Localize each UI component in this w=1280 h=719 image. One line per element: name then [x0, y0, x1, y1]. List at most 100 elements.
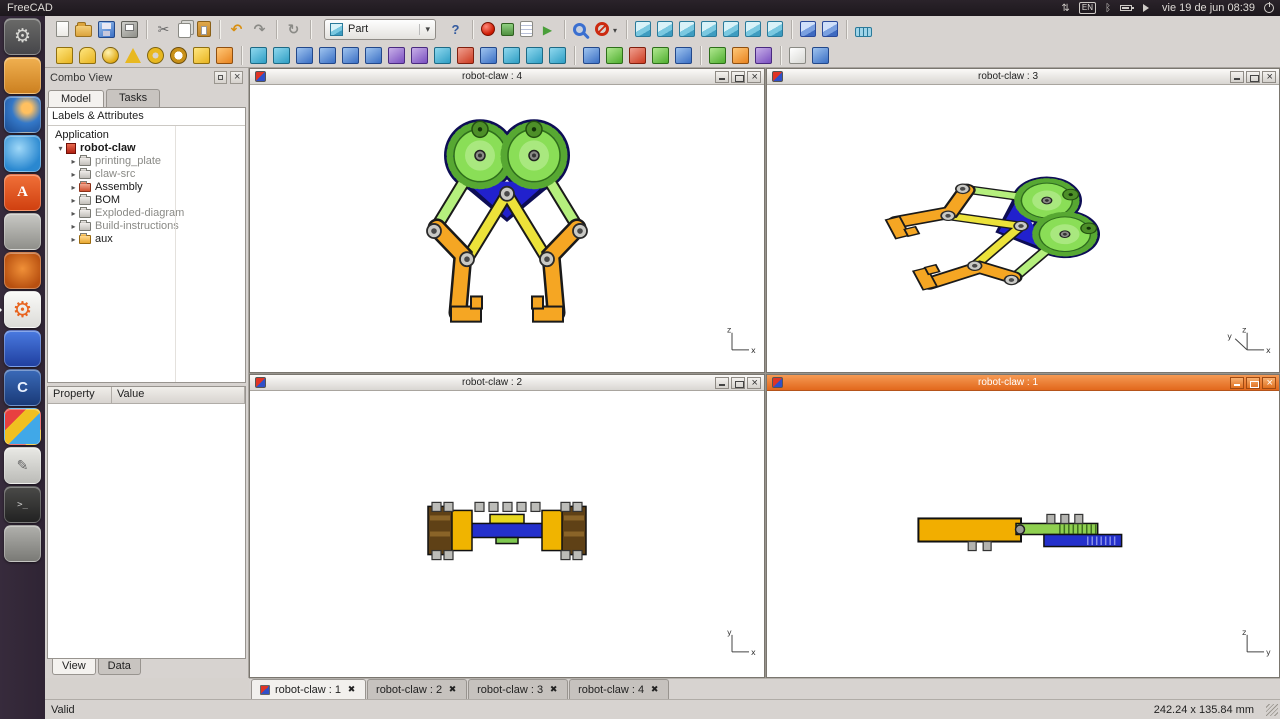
window-close-button[interactable]	[1262, 71, 1276, 83]
window-titlebar-active[interactable]: robot-claw : 1	[767, 375, 1279, 391]
part-defeaturing-button[interactable]	[812, 47, 829, 64]
window-restore-button[interactable]	[1246, 71, 1260, 83]
tab-robot-claw-4[interactable]: robot-claw : 4	[569, 679, 669, 699]
tree-root[interactable]: Application	[48, 129, 245, 142]
print-button[interactable]	[121, 21, 138, 38]
launcher-blue-app[interactable]	[4, 330, 41, 367]
part-shape-builder-button[interactable]	[216, 47, 233, 64]
expander-icon[interactable]	[68, 207, 79, 220]
tree-item-claw-src[interactable]: claw-src	[48, 168, 245, 181]
launcher-media-player[interactable]	[4, 252, 41, 289]
window-minimize-button[interactable]	[715, 71, 729, 83]
part-boolean-button[interactable]	[606, 47, 623, 64]
property-column-header[interactable]: Property	[48, 387, 112, 404]
view-bottom-button[interactable]	[745, 21, 761, 37]
tab-close-icon[interactable]	[649, 684, 660, 695]
window-close-button[interactable]	[1262, 377, 1276, 389]
new-document-button[interactable]	[56, 21, 69, 37]
part-extrude-button[interactable]	[250, 47, 267, 64]
paste-button[interactable]	[197, 21, 211, 37]
tab-close-icon[interactable]	[346, 684, 357, 695]
window-minimize-button[interactable]	[715, 377, 729, 389]
part-loft-button[interactable]	[411, 47, 428, 64]
open-button[interactable]	[75, 25, 92, 37]
refresh-button[interactable]	[285, 21, 302, 38]
workbench-selector[interactable]: Part	[324, 19, 436, 40]
window-minimize-button[interactable]	[1230, 377, 1244, 389]
tree-item-printing-plate[interactable]: printing_plate	[48, 155, 245, 168]
value-column-header[interactable]: Value	[112, 387, 245, 404]
launcher-c-ide[interactable]	[4, 369, 41, 406]
part-section-button[interactable]	[457, 47, 474, 64]
part-xor-button[interactable]	[755, 47, 772, 64]
tree-item-bom[interactable]: BOM	[48, 194, 245, 207]
tab-tasks[interactable]: Tasks	[106, 89, 160, 107]
part-thickness-button[interactable]	[549, 47, 566, 64]
part-offset-3d-button[interactable]	[503, 47, 520, 64]
part-cone-button[interactable]	[125, 48, 141, 63]
tree-item-assembly[interactable]: Assembly	[48, 181, 245, 194]
launcher-system-settings[interactable]	[4, 213, 41, 250]
part-box-button[interactable]	[56, 47, 73, 64]
volume-icon[interactable]	[1143, 4, 1153, 12]
panel-close-button[interactable]	[230, 71, 243, 84]
view-top-button[interactable]	[679, 21, 695, 37]
part-split-button[interactable]	[732, 47, 749, 64]
battery-icon[interactable]	[1120, 5, 1132, 11]
launcher-web-browser[interactable]	[4, 135, 41, 172]
part-make-face-button[interactable]	[365, 47, 382, 64]
view-right-button[interactable]	[701, 21, 717, 37]
part-torus-button[interactable]	[147, 47, 164, 64]
tab-close-icon[interactable]	[447, 684, 458, 695]
property-grid-body[interactable]	[48, 404, 245, 658]
save-button[interactable]	[98, 21, 115, 38]
tab-robot-claw-1[interactable]: robot-claw : 1	[251, 679, 366, 699]
window-restore-button[interactable]	[731, 377, 745, 389]
part-intersection-button[interactable]	[675, 47, 692, 64]
part-ruled-surface-button[interactable]	[388, 47, 405, 64]
panel-undock-button[interactable]	[214, 71, 227, 84]
window-restore-button[interactable]	[1246, 377, 1260, 389]
window-close-button[interactable]	[747, 377, 761, 389]
part-cylinder-button[interactable]	[79, 47, 96, 64]
macro-play-button[interactable]	[539, 21, 556, 38]
part-union-button[interactable]	[652, 47, 669, 64]
window-close-button[interactable]	[747, 71, 761, 83]
launcher-firefox[interactable]	[4, 96, 41, 133]
cut-button[interactable]	[155, 21, 172, 38]
launcher-disk-utility[interactable]	[4, 525, 41, 562]
part-cross-sections-button[interactable]	[480, 47, 497, 64]
expander-icon[interactable]	[68, 233, 79, 246]
launcher-photo-app[interactable]	[4, 408, 41, 445]
expander-icon[interactable]	[68, 168, 79, 181]
tab-robot-claw-3[interactable]: robot-claw : 3	[468, 679, 568, 699]
3d-viewport-right[interactable]: z y	[767, 391, 1279, 677]
expander-icon[interactable]	[68, 220, 79, 233]
session-power-icon[interactable]	[1264, 3, 1274, 13]
clock[interactable]: vie 19 de jun 08:39	[1162, 2, 1255, 14]
copy-button[interactable]	[178, 23, 191, 38]
tree-item-aux[interactable]: aux	[48, 233, 245, 246]
part-sphere-button[interactable]	[102, 47, 119, 64]
launcher-text-editor[interactable]	[4, 447, 41, 484]
redo-button[interactable]	[251, 21, 268, 38]
tab-robot-claw-2[interactable]: robot-claw : 2	[367, 679, 467, 699]
view-dimetric-button[interactable]	[800, 21, 816, 37]
macro-record-button[interactable]	[481, 22, 495, 36]
measure-button[interactable]	[855, 27, 872, 37]
tree-item-robot-claw[interactable]: robot-claw	[48, 142, 245, 155]
undo-button[interactable]	[228, 21, 245, 38]
part-chamfer-button[interactable]	[342, 47, 359, 64]
window-minimize-button[interactable]	[1230, 71, 1244, 83]
network-icon[interactable]: ⇅	[1062, 3, 1070, 14]
tab-close-icon[interactable]	[548, 684, 559, 695]
part-tube-button[interactable]	[170, 47, 187, 64]
part-connect-button[interactable]	[709, 47, 726, 64]
fit-all-button[interactable]	[573, 23, 586, 36]
macro-open-button[interactable]	[520, 21, 533, 37]
tab-model[interactable]: Model	[48, 90, 104, 108]
window-titlebar[interactable]: robot-claw : 2	[250, 375, 764, 391]
tab-data[interactable]: Data	[98, 659, 141, 675]
part-mirror-button[interactable]	[296, 47, 313, 64]
part-offset-2d-button[interactable]	[526, 47, 543, 64]
